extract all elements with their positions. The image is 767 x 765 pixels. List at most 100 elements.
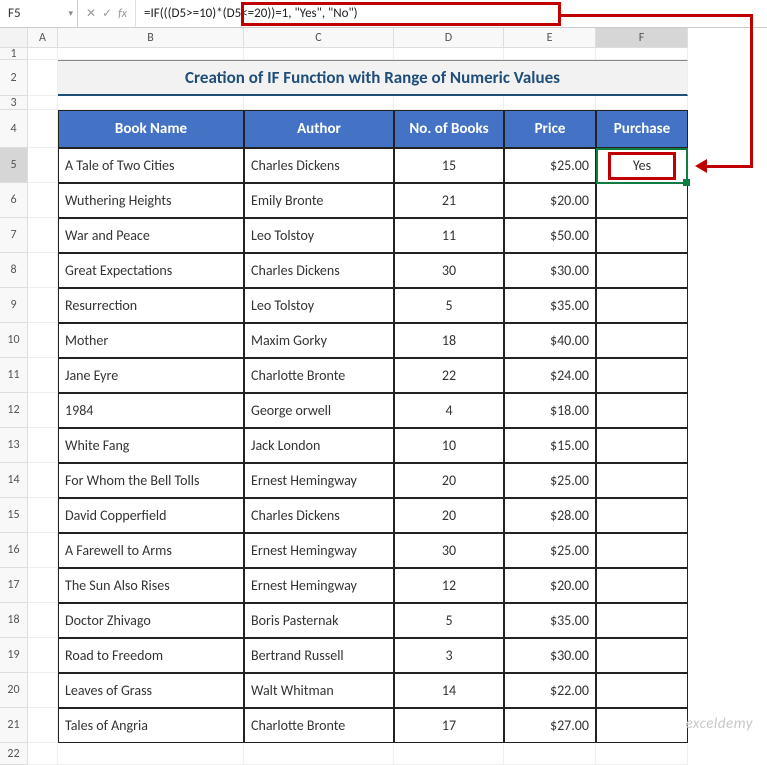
- cell[interactable]: [28, 323, 58, 358]
- cell[interactable]: [28, 253, 58, 288]
- cell-purchase[interactable]: [596, 183, 688, 218]
- cell[interactable]: [28, 393, 58, 428]
- cell-price[interactable]: $18.00: [504, 393, 596, 428]
- header-price[interactable]: Price: [504, 110, 596, 148]
- spreadsheet-grid[interactable]: A B C D E F 1 2 Creation of IF Function …: [0, 28, 767, 765]
- cell-purchase[interactable]: [596, 603, 688, 638]
- cell-book-name[interactable]: Doctor Zhivago: [58, 603, 244, 638]
- cell-purchase[interactable]: [596, 568, 688, 603]
- cell[interactable]: [28, 568, 58, 603]
- cell-author[interactable]: Charles Dickens: [244, 253, 394, 288]
- cell-author[interactable]: Bertrand Russell: [244, 638, 394, 673]
- cell-book-name[interactable]: Jane Eyre: [58, 358, 244, 393]
- row-header-15[interactable]: 15: [0, 498, 28, 533]
- cell-price[interactable]: $24.00: [504, 358, 596, 393]
- row-header-21[interactable]: 21: [0, 708, 28, 743]
- cell[interactable]: [28, 498, 58, 533]
- cell-price[interactable]: $20.00: [504, 568, 596, 603]
- cell-book-name[interactable]: Wuthering Heights: [58, 183, 244, 218]
- row-header-3[interactable]: 3: [0, 96, 28, 110]
- cell-price[interactable]: $25.00: [504, 463, 596, 498]
- row-header-14[interactable]: 14: [0, 463, 28, 498]
- cell-book-name[interactable]: A Tale of Two Cities: [58, 148, 244, 183]
- row-header-9[interactable]: 9: [0, 288, 28, 323]
- dropdown-icon[interactable]: ▾: [68, 8, 73, 19]
- cell-no-books[interactable]: 4: [394, 393, 504, 428]
- cell-price[interactable]: $25.00: [504, 533, 596, 568]
- cell-no-books[interactable]: 10: [394, 428, 504, 463]
- cell-author[interactable]: Charles Dickens: [244, 498, 394, 533]
- cell-book-name[interactable]: Mother: [58, 323, 244, 358]
- row-header-12[interactable]: 12: [0, 393, 28, 428]
- cell[interactable]: [28, 60, 58, 96]
- cell[interactable]: [28, 183, 58, 218]
- cell-author[interactable]: Charles Dickens: [244, 148, 394, 183]
- cancel-icon[interactable]: ✕: [86, 6, 96, 21]
- cell-book-name[interactable]: 1984: [58, 393, 244, 428]
- cell-author[interactable]: Ernest Hemingway: [244, 463, 394, 498]
- cell[interactable]: [28, 743, 58, 765]
- row-header-11[interactable]: 11: [0, 358, 28, 393]
- cell-book-name[interactable]: Great Expectations: [58, 253, 244, 288]
- cell[interactable]: [28, 533, 58, 568]
- col-header-A[interactable]: A: [28, 28, 58, 48]
- cell-author[interactable]: Walt Whitman: [244, 673, 394, 708]
- cell[interactable]: [394, 48, 504, 60]
- cell-book-name[interactable]: Leaves of Grass: [58, 673, 244, 708]
- cell[interactable]: [28, 463, 58, 498]
- cell-price[interactable]: $27.00: [504, 708, 596, 743]
- cell[interactable]: [28, 218, 58, 253]
- cell-author[interactable]: George orwell: [244, 393, 394, 428]
- cell-no-books[interactable]: 20: [394, 463, 504, 498]
- cell[interactable]: [596, 96, 688, 110]
- cell[interactable]: [28, 48, 58, 60]
- row-header-1[interactable]: 1: [0, 48, 28, 60]
- cell-purchase[interactable]: [596, 708, 688, 743]
- cell-book-name[interactable]: War and Peace: [58, 218, 244, 253]
- cell-price[interactable]: $35.00: [504, 288, 596, 323]
- cell-no-books[interactable]: 12: [394, 568, 504, 603]
- cell-author[interactable]: Boris Pasternak: [244, 603, 394, 638]
- cell-author[interactable]: Leo Tolstoy: [244, 218, 394, 253]
- row-header-13[interactable]: 13: [0, 428, 28, 463]
- cell-price[interactable]: $50.00: [504, 218, 596, 253]
- cell-purchase[interactable]: [596, 673, 688, 708]
- cell-price[interactable]: $22.00: [504, 673, 596, 708]
- cell-purchase[interactable]: [596, 498, 688, 533]
- cell-price[interactable]: $30.00: [504, 253, 596, 288]
- cell-purchase[interactable]: [596, 463, 688, 498]
- cell-author[interactable]: Charlotte Bronte: [244, 708, 394, 743]
- cell[interactable]: [28, 428, 58, 463]
- header-purchase[interactable]: Purchase: [596, 110, 688, 148]
- col-header-F[interactable]: F: [596, 28, 688, 48]
- cell-no-books[interactable]: 11: [394, 218, 504, 253]
- cell[interactable]: [504, 96, 596, 110]
- cell-book-name[interactable]: David Copperfield: [58, 498, 244, 533]
- cell-author[interactable]: Leo Tolstoy: [244, 288, 394, 323]
- row-header-22[interactable]: 22: [0, 743, 28, 765]
- cell-price[interactable]: $20.00: [504, 183, 596, 218]
- cell[interactable]: [28, 708, 58, 743]
- cell-purchase[interactable]: [596, 323, 688, 358]
- cell[interactable]: [394, 743, 504, 765]
- cell[interactable]: [28, 148, 58, 183]
- header-book-name[interactable]: Book Name: [58, 110, 244, 148]
- cell-author[interactable]: Jack London: [244, 428, 394, 463]
- row-header-4[interactable]: 4: [0, 110, 28, 148]
- col-header-E[interactable]: E: [504, 28, 596, 48]
- cell-book-name[interactable]: Tales of Angria: [58, 708, 244, 743]
- cell-price[interactable]: $30.00: [504, 638, 596, 673]
- row-header-5[interactable]: 5: [0, 148, 28, 183]
- cell[interactable]: [28, 96, 58, 110]
- row-header-7[interactable]: 7: [0, 218, 28, 253]
- cell-book-name[interactable]: Road to Freedom: [58, 638, 244, 673]
- cell[interactable]: [244, 48, 394, 60]
- cell-no-books[interactable]: 21: [394, 183, 504, 218]
- cell-no-books[interactable]: 15: [394, 148, 504, 183]
- cell[interactable]: [394, 96, 504, 110]
- cell-purchase[interactable]: [596, 358, 688, 393]
- row-header-18[interactable]: 18: [0, 603, 28, 638]
- cell-no-books[interactable]: 17: [394, 708, 504, 743]
- cell-price[interactable]: $15.00: [504, 428, 596, 463]
- cell-no-books[interactable]: 20: [394, 498, 504, 533]
